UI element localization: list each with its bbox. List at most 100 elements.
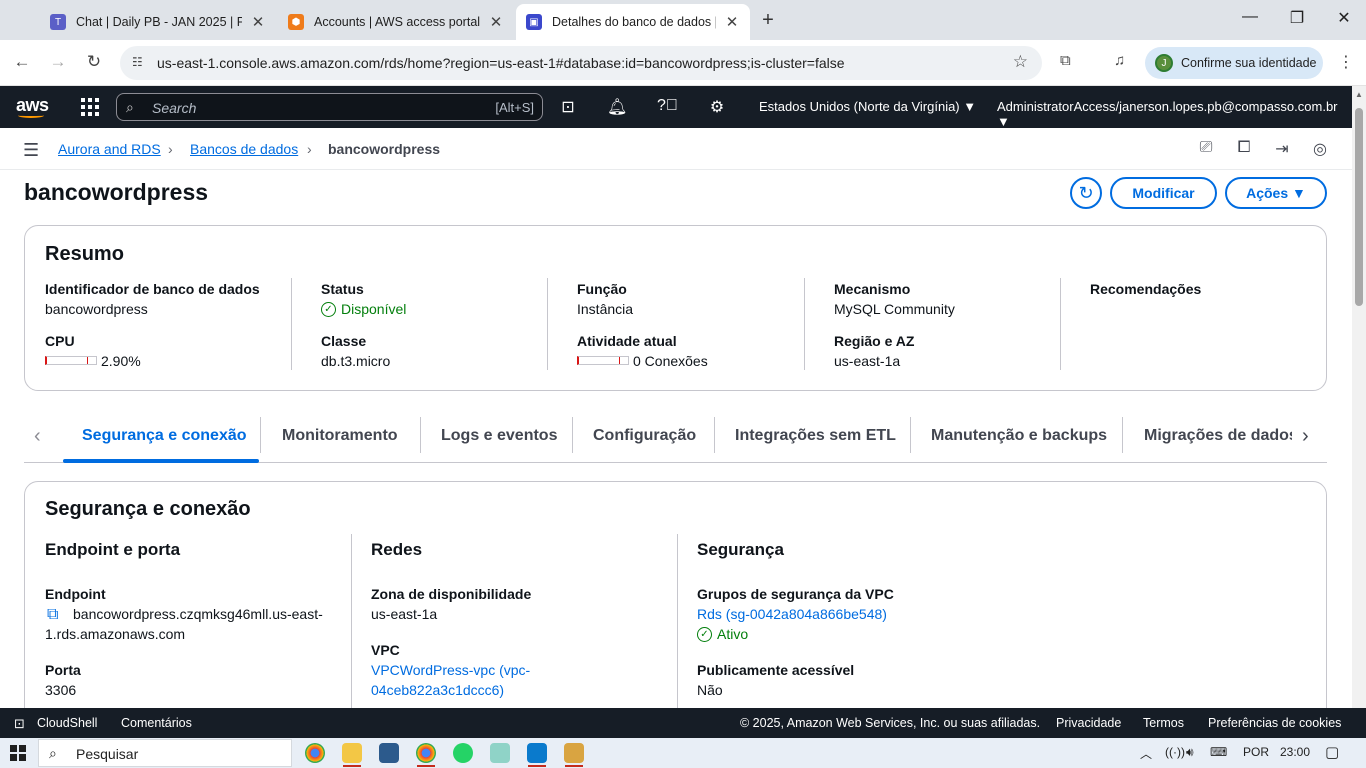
chrome-profile-icon[interactable] bbox=[416, 743, 436, 763]
new-tab-icon[interactable]: + bbox=[758, 9, 778, 32]
scroll-up-icon[interactable]: ▲ bbox=[1355, 90, 1363, 99]
terms-link[interactable]: Termos bbox=[1143, 716, 1184, 730]
cookie-preferences-link[interactable]: Preferências de cookies bbox=[1208, 716, 1341, 730]
app-icon[interactable] bbox=[379, 743, 399, 763]
bookmark-star-icon[interactable]: ☆ bbox=[1013, 52, 1028, 72]
settings-gear-icon[interactable]: ⚙ bbox=[707, 97, 727, 117]
address-row: ← → ↻ ☷ us-east-1.console.aws.amazon.com… bbox=[0, 40, 1366, 86]
tabs-scroll-right-icon[interactable]: › bbox=[1302, 425, 1309, 448]
url-bar[interactable]: ☷ us-east-1.console.aws.amazon.com/rds/h… bbox=[120, 46, 1042, 80]
restore-icon[interactable]: ❐ bbox=[1285, 8, 1309, 28]
public-access-value: Não bbox=[697, 682, 723, 698]
account-menu[interactable]: AdministratorAccess/janerson.lopes.pb@co… bbox=[997, 99, 1352, 129]
app-icon[interactable] bbox=[564, 743, 584, 763]
running-indicator bbox=[565, 765, 583, 767]
actions-button[interactable]: Ações ▼ bbox=[1225, 177, 1327, 209]
wifi-icon[interactable]: ((·)) bbox=[1165, 745, 1185, 759]
status-label: Status bbox=[321, 281, 364, 297]
whatsapp-icon[interactable] bbox=[453, 743, 473, 763]
close-tab-icon[interactable]: ✕ bbox=[488, 13, 504, 31]
close-tab-icon[interactable]: ✕ bbox=[724, 13, 740, 31]
identity-button[interactable]: J Confirme sua identidade bbox=[1145, 47, 1323, 79]
forward-icon[interactable]: → bbox=[47, 52, 69, 72]
tab-security-connection[interactable]: Segurança e conexão bbox=[82, 427, 247, 445]
minimize-icon[interactable]: — bbox=[1238, 8, 1262, 26]
port-label: Porta bbox=[45, 662, 81, 678]
notifications-icon[interactable]: ▢ bbox=[1325, 743, 1339, 761]
screen-icon[interactable]: ⎚ bbox=[1196, 139, 1216, 157]
identifier-value: bancowordpress bbox=[45, 301, 148, 317]
tab-configuration[interactable]: Configuração bbox=[593, 427, 696, 445]
aws-search-input[interactable]: ⌕ Search [Alt+S] bbox=[116, 93, 543, 121]
scrollbar-thumb[interactable] bbox=[1355, 108, 1363, 306]
cpu-label: CPU bbox=[45, 333, 75, 349]
aws-logo[interactable]: aws bbox=[16, 95, 49, 118]
refresh-button[interactable]: ↻ bbox=[1070, 177, 1102, 209]
taskbar-search[interactable]: ⌕ Pesquisar bbox=[38, 739, 292, 767]
az-label: Zona de disponibilidade bbox=[371, 586, 532, 602]
vscode-icon[interactable] bbox=[527, 743, 547, 763]
tab-monitoring[interactable]: Monitoramento bbox=[282, 427, 398, 445]
keyboard-icon[interactable]: ⌨ bbox=[1210, 745, 1227, 759]
tab-separator bbox=[420, 417, 421, 453]
file-explorer-icon[interactable] bbox=[342, 743, 362, 763]
vpc-link[interactable]: VPCWordPress-vpc (vpc- bbox=[371, 662, 530, 678]
copy-icon[interactable]: ⧉ bbox=[47, 606, 58, 624]
hamburger-menu-icon[interactable]: ☰ bbox=[23, 140, 39, 161]
browser-tab-teams[interactable]: T Chat | Daily PB - JAN 2025 | Pro ✕ bbox=[40, 4, 276, 40]
security-group-link[interactable]: Rds (sg-0042a804a866be548) bbox=[697, 606, 887, 622]
close-window-icon[interactable]: ✕ bbox=[1332, 8, 1356, 28]
aws-footer: ⊡ CloudShell Comentários © 2025, Amazon … bbox=[0, 708, 1366, 738]
summary-card: Resumo Identificador de banco de dados b… bbox=[24, 225, 1327, 391]
vpc-link-cont[interactable]: 04ceb822a3c1dccc6) bbox=[371, 682, 504, 698]
tab-zero-etl[interactable]: Integrações sem ETL bbox=[735, 427, 896, 445]
running-indicator bbox=[528, 765, 546, 767]
summary-title: Resumo bbox=[45, 243, 124, 265]
rds-icon: ▣ bbox=[526, 14, 542, 30]
feedback-icon[interactable]: ◎ bbox=[1310, 139, 1330, 159]
modify-button[interactable]: Modificar bbox=[1110, 177, 1217, 209]
site-info-icon[interactable]: ☷ bbox=[132, 55, 143, 69]
browser-tab-aws-portal[interactable]: ⬢ Accounts | AWS access portal ✕ bbox=[278, 4, 514, 40]
services-grid-icon[interactable] bbox=[81, 98, 99, 116]
help-icon[interactable]: ?⃝ bbox=[657, 97, 678, 115]
close-tab-icon[interactable]: ✕ bbox=[250, 13, 266, 31]
cpu-value: 2.90% bbox=[101, 353, 141, 369]
check-circle-icon: ✓ bbox=[321, 301, 336, 317]
reload-icon[interactable]: ↻ bbox=[83, 52, 105, 72]
notifications-bell-icon[interactable]: 🔔︎ bbox=[607, 97, 627, 117]
extensions-icon[interactable]: ⧉ bbox=[1060, 52, 1071, 69]
clock[interactable]: 23:00 bbox=[1280, 745, 1310, 759]
tab-data-migrations[interactable]: Migrações de dados bbox=[1144, 427, 1292, 445]
tray-chevron-icon[interactable]: ︿ bbox=[1140, 745, 1152, 762]
region-selector[interactable]: Estados Unidos (Norte da Virgínia) ▼ bbox=[759, 99, 976, 114]
tab-logs-events[interactable]: Logs e eventos bbox=[441, 427, 557, 445]
windows-start-icon[interactable] bbox=[10, 745, 26, 761]
monitor-icon[interactable]: ⧠ bbox=[1234, 139, 1254, 157]
profile-avatar: J bbox=[1155, 54, 1173, 72]
cloudshell-icon[interactable]: ⊡ bbox=[558, 97, 578, 117]
region-az-label: Região e AZ bbox=[834, 333, 915, 349]
page-scrollbar[interactable]: ▲ bbox=[1352, 86, 1366, 708]
back-icon[interactable]: ← bbox=[11, 52, 33, 72]
cpu-bar bbox=[45, 356, 97, 365]
comments-link[interactable]: Comentários bbox=[121, 716, 192, 730]
detail-tabs: ‹ Segurança e conexão Monitoramento Logs… bbox=[24, 415, 1327, 463]
cloudshell-link[interactable]: CloudShell bbox=[37, 716, 97, 730]
export-icon[interactable]: ⇥ bbox=[1272, 139, 1292, 159]
engine-label: Mecanismo bbox=[834, 281, 911, 297]
browser-tab-rds[interactable]: ▣ Detalhes do banco de dados | A ✕ bbox=[516, 4, 750, 40]
notepad-icon[interactable] bbox=[490, 743, 510, 763]
tabs-scroll-left-icon[interactable]: ‹ bbox=[34, 425, 41, 448]
tab-maintenance-backups[interactable]: Manutenção e backups bbox=[931, 427, 1107, 445]
volume-icon[interactable]: 🔊︎ bbox=[1186, 745, 1194, 760]
media-control-icon[interactable]: ♫ bbox=[1114, 52, 1125, 69]
breadcrumb-aurora-rds[interactable]: Aurora and RDS bbox=[58, 141, 161, 157]
browser-menu-icon[interactable]: ⋮ bbox=[1338, 52, 1354, 72]
recommendations-label: Recomendações bbox=[1090, 281, 1202, 297]
privacy-link[interactable]: Privacidade bbox=[1056, 716, 1121, 730]
activity-bar bbox=[577, 356, 629, 365]
chrome-icon[interactable] bbox=[305, 743, 325, 763]
language-indicator[interactable]: POR bbox=[1243, 745, 1269, 759]
breadcrumb-databases[interactable]: Bancos de dados bbox=[190, 141, 298, 157]
